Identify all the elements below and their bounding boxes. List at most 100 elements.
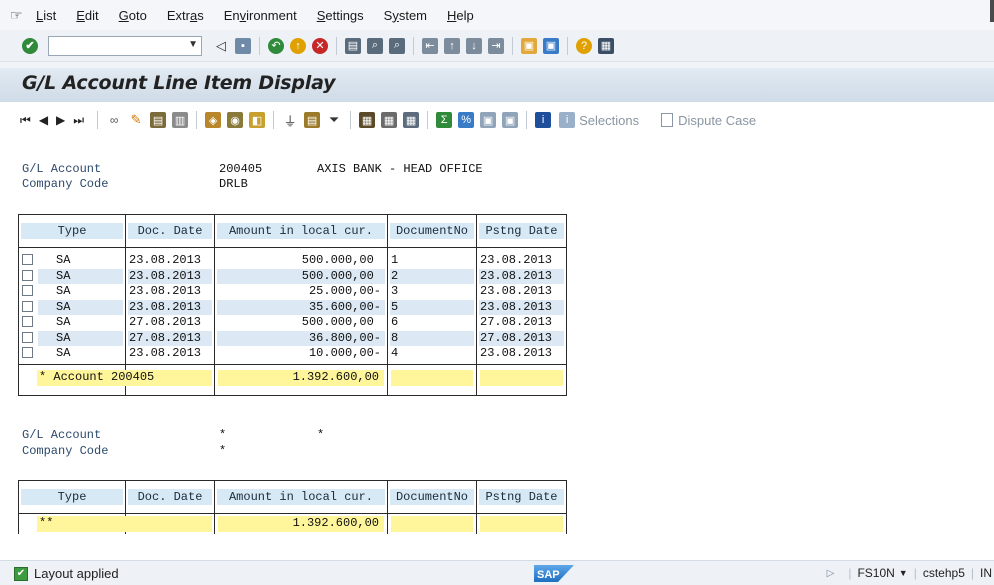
cell-amount: 25.000,00- — [308, 284, 381, 298]
column-header[interactable]: Amount in local cur. — [217, 489, 385, 505]
grid-icon[interactable]: ▦ — [359, 112, 376, 128]
page-title: G/L Account Line Item Display — [22, 72, 336, 94]
sort-icon[interactable]: ⏷ — [326, 112, 342, 128]
previous-item-icon[interactable]: ◀ — [39, 113, 48, 127]
subtotal-icon[interactable]: % — [458, 112, 475, 128]
find-next-icon[interactable]: ⌕ — [389, 37, 405, 54]
help-icon[interactable]: ? — [576, 37, 592, 54]
previous-page-icon[interactable]: ↑ — [444, 37, 460, 54]
column-header[interactable]: Amount in local cur. — [217, 223, 385, 239]
column-header[interactable]: Type — [21, 223, 123, 239]
cell-doc-date: 23.08.2013 — [129, 346, 202, 360]
shortcut-icon[interactable]: ▣ — [543, 37, 559, 54]
next-item-icon[interactable]: ▶ — [56, 113, 65, 127]
details-icon[interactable]: ▤ — [150, 112, 167, 128]
cell-type: SA — [56, 268, 71, 283]
glasses-icon[interactable]: ∞ — [106, 112, 122, 128]
menu-item[interactable]: Settings — [317, 8, 364, 23]
sum-icon[interactable]: Σ — [436, 112, 453, 128]
menu-item[interactable]: List — [36, 8, 56, 23]
menu-item[interactable]: Goto — [119, 8, 147, 23]
dispute-case-label: Dispute Case — [678, 112, 757, 128]
row-checkbox[interactable] — [22, 254, 33, 265]
menu-item[interactable]: Extras — [167, 8, 204, 23]
menu-item[interactable]: Help — [447, 8, 474, 23]
selections-label: Selections — [579, 112, 640, 128]
column-header[interactable]: DocumentNo — [390, 223, 474, 239]
window-edge — [990, 0, 994, 22]
chevron-down-icon[interactable]: ▼ — [899, 568, 908, 578]
cancel-icon[interactable]: ✕ — [312, 37, 328, 54]
print-icon[interactable]: ▤ — [345, 37, 361, 54]
cell-document-no: 8 — [391, 330, 399, 345]
export-icon[interactable]: ▣ — [480, 112, 497, 128]
exit-icon[interactable]: ↑ — [290, 37, 306, 54]
menu-bar: ☞ List Edit Goto Extras Environment Settings S… — [0, 0, 994, 30]
new-session-icon[interactable]: ▣ — [521, 37, 537, 54]
enter-icon[interactable]: ✔ — [22, 37, 38, 54]
selections-button[interactable]: i Selections — [556, 112, 639, 128]
row-checkbox[interactable] — [22, 316, 33, 327]
success-check-icon: ✔ — [14, 566, 28, 581]
cell-amount: 500.000,00 — [301, 268, 381, 283]
row-checkbox[interactable] — [22, 285, 33, 296]
layout-menu-icon[interactable]: ▦ — [598, 37, 614, 54]
separator — [413, 36, 414, 55]
transaction-code[interactable]: FS10N — [857, 566, 894, 580]
menu-item[interactable]: Environment — [224, 8, 297, 23]
column-header[interactable]: Pstng Date — [479, 223, 564, 239]
save-icon[interactable]: ▪ — [235, 37, 251, 54]
command-field[interactable]: ▼ — [48, 35, 202, 56]
cell-doc-date: 27.08.2013 — [129, 330, 202, 345]
info-icon[interactable]: i — [535, 112, 552, 128]
cell-document-no: 6 — [391, 315, 399, 329]
menu-entry-icon[interactable]: ☞ — [0, 7, 36, 24]
table-view-icon[interactable]: ▦ — [403, 112, 420, 128]
last-item-icon[interactable]: ⏭ — [73, 113, 84, 128]
cell-type: SA — [56, 315, 71, 329]
company-code-label: Company Code — [22, 177, 109, 191]
selection-icon[interactable]: ◧ — [249, 112, 266, 128]
chevron-down-icon[interactable]: ▼ — [188, 39, 198, 50]
back-icon[interactable]: ↶ — [268, 37, 284, 54]
total-label-bg — [37, 516, 212, 532]
menu-item[interactable]: Edit — [76, 8, 98, 23]
find-icon[interactable]: ⌕ — [367, 37, 383, 54]
cell-amount: 36.800,00- — [308, 330, 381, 345]
column-header[interactable]: Type — [21, 489, 123, 505]
column-header[interactable]: Pstng Date — [479, 489, 564, 505]
layout-icon[interactable]: ▣ — [502, 112, 519, 128]
next-page-icon[interactable]: ↓ — [466, 37, 482, 54]
gl-account-label-2: G/L Account — [22, 428, 102, 442]
last-page-icon[interactable]: ⇥ — [488, 37, 504, 54]
column-divider — [214, 480, 215, 534]
cell-posting-date: 23.08.2013 — [480, 253, 553, 267]
row-checkbox[interactable] — [22, 347, 33, 358]
change-icon[interactable]: ▥ — [172, 112, 189, 128]
select-icon[interactable]: ◈ — [205, 112, 222, 128]
pencil-icon[interactable]: ✎ — [128, 112, 144, 128]
dispute-case-button[interactable]: Dispute Case — [641, 113, 756, 128]
row-checkbox[interactable] — [22, 331, 33, 343]
first-item-icon[interactable]: ⏮ — [20, 113, 31, 128]
gl-account-value: 200405 — [219, 162, 263, 176]
cell-doc-date: 23.08.2013 — [129, 253, 202, 267]
client-mode: IN — [980, 566, 992, 580]
separator — [336, 36, 337, 55]
column-header[interactable]: Doc. Date — [128, 223, 212, 239]
status-message: ✔ Layout applied — [14, 566, 119, 581]
print-preview-icon[interactable]: ▤ — [304, 112, 321, 128]
filter-icon[interactable]: ⏚ — [282, 112, 298, 129]
row-checkbox[interactable] — [22, 269, 33, 281]
save-select-icon[interactable]: ◉ — [227, 112, 244, 128]
back-arrow-icon[interactable]: ◁ — [213, 38, 229, 54]
row-highlight — [38, 268, 123, 284]
table-add-icon[interactable]: ▦ — [381, 112, 398, 128]
row-checkbox[interactable] — [22, 300, 33, 312]
column-header[interactable]: DocumentNo — [390, 489, 474, 505]
menu-item[interactable]: System — [384, 8, 427, 23]
first-page-icon[interactable]: ⇤ — [422, 37, 438, 54]
expand-status-icon[interactable]: ▷ — [827, 568, 835, 579]
column-header[interactable]: Doc. Date — [128, 489, 212, 505]
row-highlight — [390, 299, 474, 315]
